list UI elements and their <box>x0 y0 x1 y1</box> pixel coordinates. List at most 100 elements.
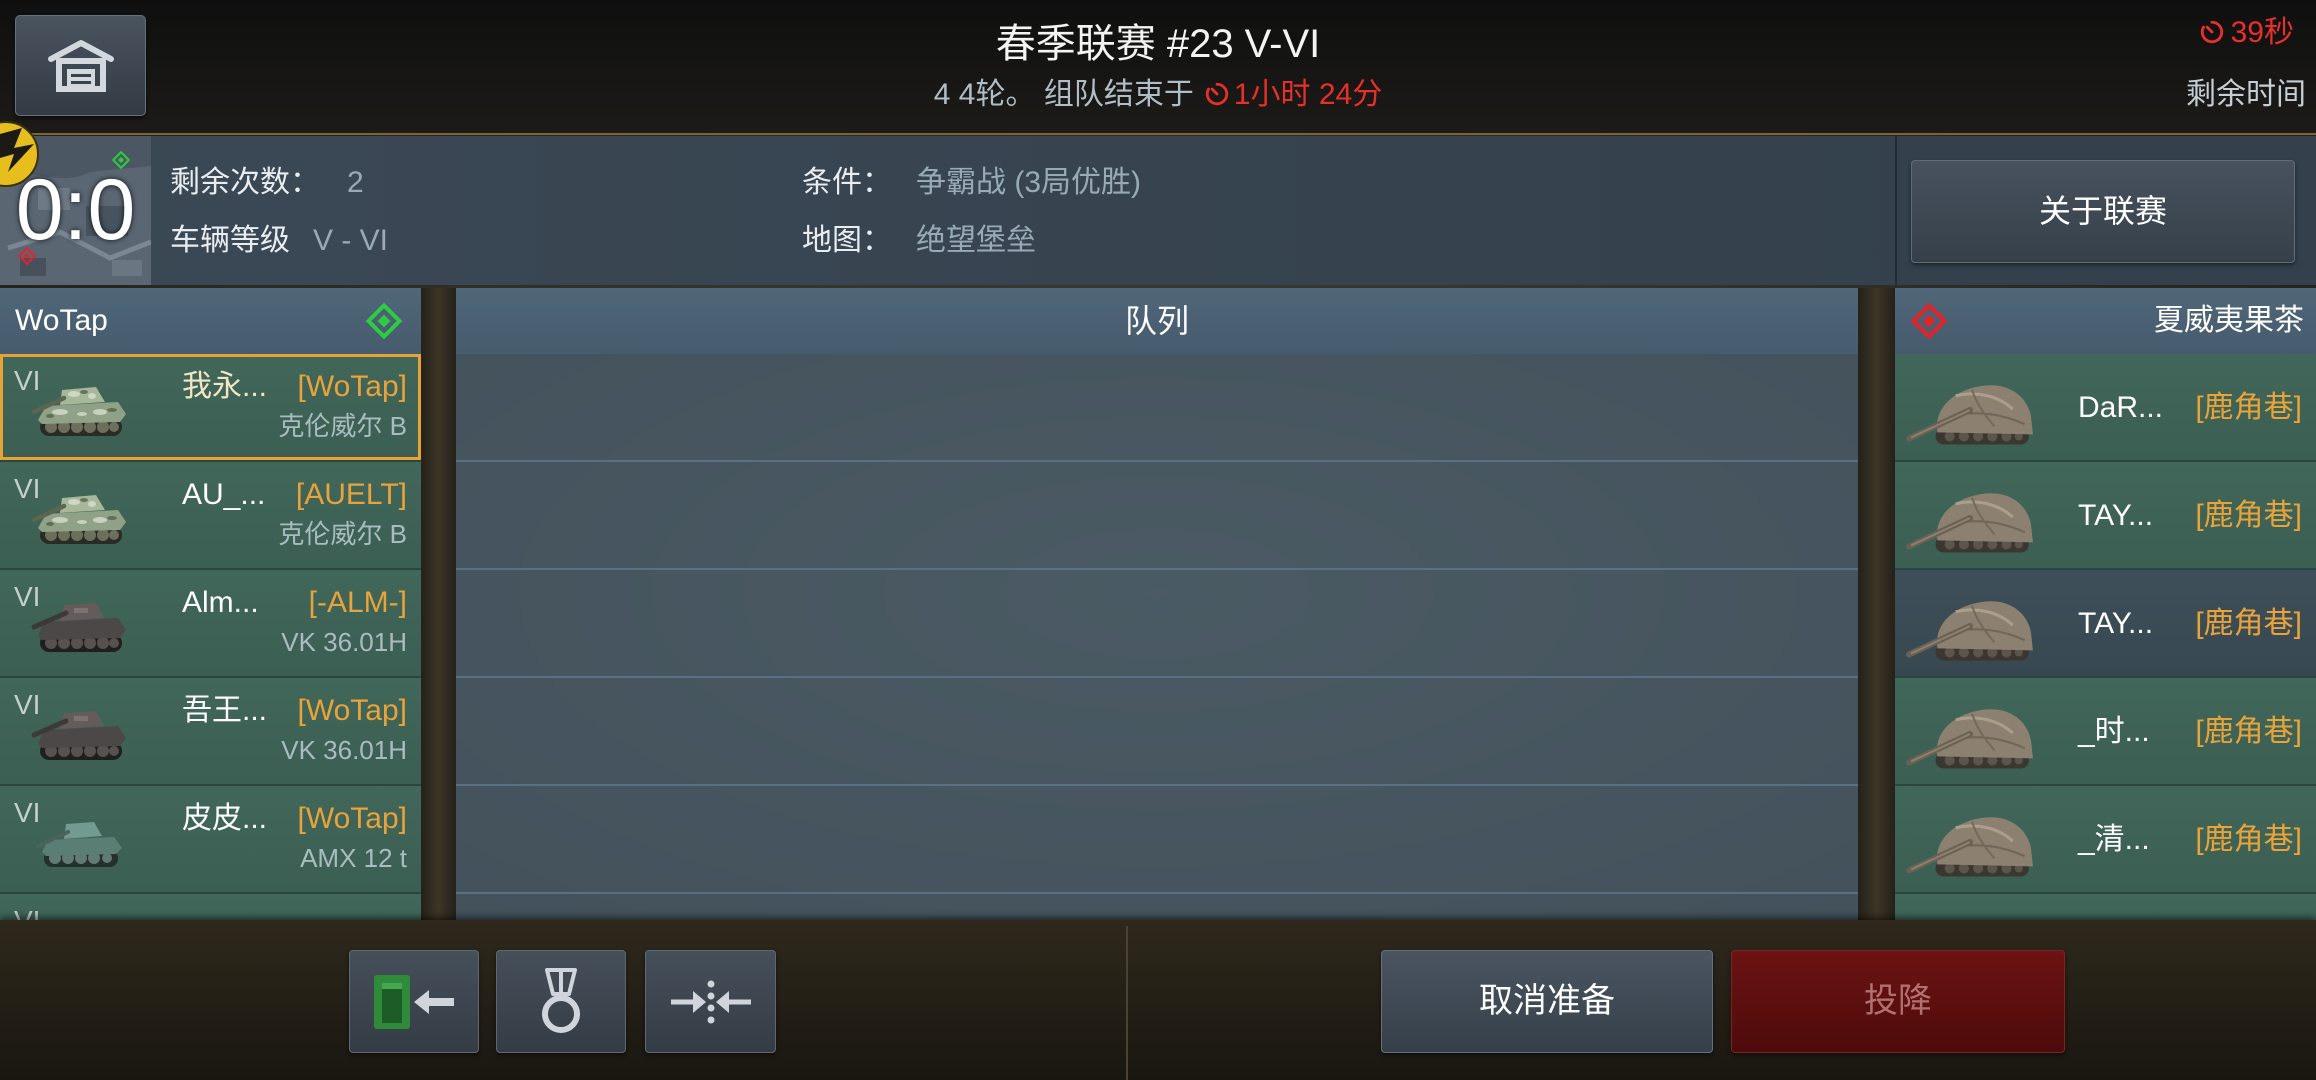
merge-platoon-button[interactable] <box>645 950 776 1053</box>
player-row[interactable]: VI 我永... [WoTap] 克伦威尔 B <box>0 354 421 462</box>
clan-tag: [WoTap] <box>297 370 408 403</box>
player-row[interactable] <box>1895 894 2316 920</box>
player-row[interactable]: DaR... [鹿角巷] <box>1895 354 2316 462</box>
attempts-value: 2 <box>347 166 364 199</box>
player-name: 吾王... <box>182 694 268 727</box>
leave-platoon-button[interactable] <box>349 950 479 1053</box>
tournament-info: 0:0 剩余次数： 2 车辆等级 V - VI 条件： 争霸战 (3局优胜) 地… <box>0 136 2316 285</box>
vehicle-name: VK 36.01H <box>281 627 407 657</box>
exit-platoon-icon <box>374 974 454 1029</box>
countdown-value: 39秒 <box>2230 16 2294 49</box>
surrender-button[interactable]: 投降 <box>1731 950 2065 1053</box>
queue-slot <box>456 678 1858 786</box>
player-row[interactable]: VI AU_... [AUELT] 克伦威尔 B <box>0 462 421 570</box>
panel-gap <box>421 288 456 920</box>
enemy-team-header: 夏威夷果茶 <box>1895 288 2316 354</box>
player-name: DaR... <box>2078 391 2164 424</box>
cromwell-tank-icon <box>30 372 130 442</box>
enemy-player-list[interactable]: DaR... [鹿角巷] TAY... [鹿角巷] TAY... [鹿角巷] _… <box>1895 354 2316 920</box>
cromwell-tank-icon <box>30 480 130 550</box>
stopwatch-icon <box>1204 81 1230 107</box>
player-row[interactable]: TAY... [鹿角巷] <box>1895 570 2316 678</box>
queue-header: 队列 <box>456 288 1858 354</box>
tank-destroyer-icon <box>1905 581 2037 667</box>
stopwatch-icon <box>2199 19 2225 45</box>
ally-team-name: WoTap <box>15 304 108 337</box>
vk-tank-icon <box>30 588 130 658</box>
player-row[interactable]: VI Alm... [-ALM-] VK 36.01H <box>0 570 421 678</box>
player-row[interactable]: VI 吾王... [WoTap] VK 36.01H <box>0 678 421 786</box>
footer-divider <box>1126 926 1128 1080</box>
enemy-team-name: 夏威夷果茶 <box>2154 304 2304 337</box>
clan-tag: [AUELT] <box>295 478 407 511</box>
player-row[interactable]: _清... [鹿角巷] <box>1895 786 2316 894</box>
tank-destroyer-icon <box>1905 905 2037 920</box>
condition-value: 争霸战 (3局优胜) <box>916 166 1141 199</box>
clan-tag: [WoTap] <box>297 694 408 727</box>
condition-label: 条件： <box>802 166 892 199</box>
player-row[interactable]: VI <box>0 894 421 920</box>
ally-team-header: WoTap <box>0 288 421 354</box>
attempts-label: 剩余次数： <box>170 166 320 199</box>
queue-list <box>456 354 1858 920</box>
cancel-ready-button[interactable]: 取消准备 <box>1381 950 1713 1053</box>
countdown-timer: 39秒 <box>2199 14 2294 52</box>
player-name: 皮皮... <box>182 802 268 835</box>
tournament-title: 春季联赛 #23 V-VI <box>995 22 1321 66</box>
about-tournament-button[interactable]: 关于联赛 <box>1911 160 2295 263</box>
queue-slot <box>456 570 1858 678</box>
clan-tag: [鹿角巷] <box>2195 715 2302 748</box>
player-row[interactable]: VI 皮皮... [WoTap] AMX 12 t <box>0 786 421 894</box>
home-button[interactable] <box>15 15 146 116</box>
tank-destroyer-icon <box>1905 473 2037 559</box>
clan-emblem-icon <box>0 121 39 187</box>
clan-tag: [鹿角巷] <box>2195 823 2302 856</box>
team-deadline: 1小时 24分 <box>1233 78 1383 111</box>
ally-player-list[interactable]: VI 我永... [WoTap] 克伦威尔 B VI AU_... [AUELT… <box>0 354 421 920</box>
vehicle-tier-label: 车辆等级 <box>170 224 290 257</box>
player-name: TAY... <box>2078 607 2154 640</box>
vk-tank-icon <box>30 696 130 766</box>
vehicle-name: 克伦威尔 B <box>278 519 407 549</box>
red-diamond-icon <box>1909 301 1949 341</box>
merge-arrows-icon <box>670 980 751 1023</box>
remaining-time-label: 剩余时间 <box>2186 78 2306 111</box>
player-row[interactable]: _时... [鹿角巷] <box>1895 678 2316 786</box>
player-name: TAY... <box>2078 499 2154 532</box>
garage-icon <box>47 39 114 92</box>
vehicle-name: AMX 12 t <box>300 843 407 873</box>
tank-icon <box>30 912 130 920</box>
medal-icon <box>542 967 580 1033</box>
clan-tag: [鹿角巷] <box>2195 607 2302 640</box>
tank-destroyer-icon <box>1905 797 2037 883</box>
clan-tag: [鹿角巷] <box>2195 499 2302 532</box>
map-value: 绝望堡垒 <box>916 224 1036 257</box>
green-diamond-icon <box>364 301 404 341</box>
player-name: AU_... <box>182 478 266 511</box>
panel-gap <box>1858 288 1895 920</box>
queue-slot <box>456 462 1858 570</box>
amx-tank-icon <box>30 804 130 874</box>
top-bar: 春季联赛 #23 V-VI 4 4轮。 组队结束于 1小时 24分 39秒 剩余时… <box>0 0 2316 135</box>
player-name: _清... <box>2078 823 2150 856</box>
vehicle-name: 克伦威尔 B <box>278 411 407 441</box>
queue-title: 队列 <box>1124 303 1189 339</box>
round-info-text: 4 4轮。 组队结束于 <box>933 78 1194 111</box>
vehicle-tier-value: V - VI <box>313 224 389 257</box>
queue-slot <box>456 786 1858 894</box>
vehicle-name: VK 36.01H <box>281 735 407 765</box>
player-name: Alm... <box>182 586 259 619</box>
medal-button[interactable] <box>496 950 626 1053</box>
tank-destroyer-icon <box>1905 365 2037 451</box>
tournament-lobby-screen: 春季联赛 #23 V-VI 4 4轮。 组队结束于 1小时 24分 39秒 剩余时… <box>0 0 2316 1080</box>
player-name: _时... <box>2078 715 2150 748</box>
player-name: 我永... <box>182 370 268 403</box>
clan-tag: [WoTap] <box>297 802 408 835</box>
about-section: 关于联赛 <box>1895 136 2316 285</box>
player-row[interactable]: TAY... [鹿角巷] <box>1895 462 2316 570</box>
tank-destroyer-icon <box>1905 689 2037 775</box>
queue-slot <box>456 354 1858 462</box>
clan-tag: [鹿角巷] <box>2195 391 2302 424</box>
map-label: 地图： <box>802 224 892 257</box>
clan-tag: [-ALM-] <box>308 586 407 619</box>
